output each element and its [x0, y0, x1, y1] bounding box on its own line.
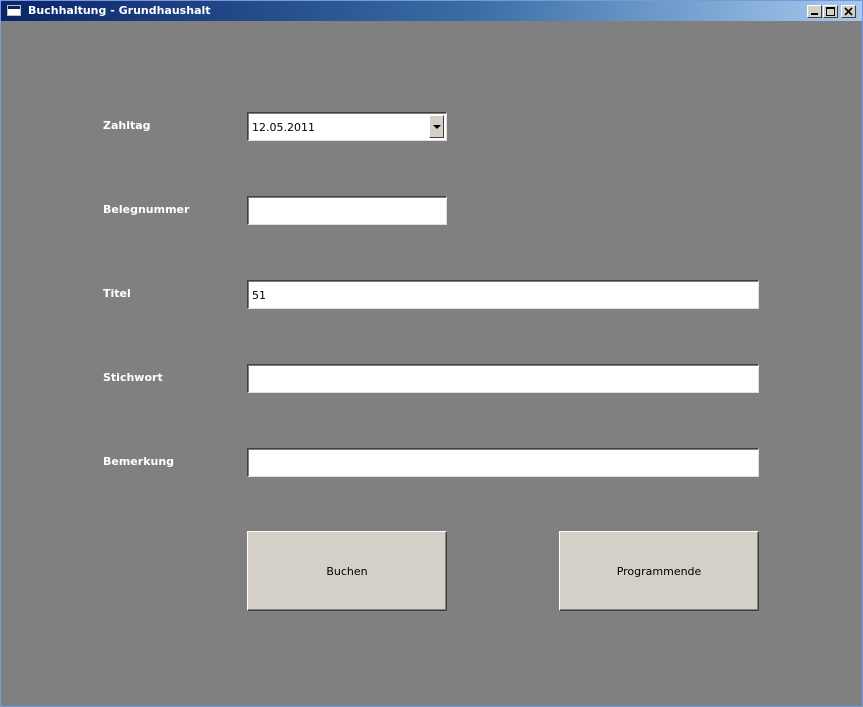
window-title: Buchhaltung - Grundhaushalt	[28, 4, 211, 17]
titel-input[interactable]: 51	[247, 280, 759, 309]
bemerkung-label: Bemerkung	[103, 455, 175, 468]
maximize-button[interactable]	[823, 5, 838, 18]
close-button[interactable]	[841, 5, 856, 18]
stichwort-input[interactable]	[247, 364, 759, 393]
titel-label: Titel	[103, 287, 131, 300]
title-bar[interactable]: Buchhaltung - Grundhaushalt	[1, 1, 862, 21]
belegnummer-input[interactable]	[247, 196, 447, 225]
stichwort-label: Stichwort	[103, 371, 163, 384]
main-window: Buchhaltung - Grundhaushalt Zahltag 12.0…	[0, 0, 863, 707]
zahltag-dropdown-button[interactable]	[429, 115, 444, 138]
buchen-button[interactable]: Buchen	[247, 531, 447, 611]
bemerkung-input[interactable]	[247, 448, 759, 477]
belegnummer-label: Belegnummer	[103, 203, 190, 216]
close-icon	[844, 7, 853, 16]
titel-value: 51	[252, 289, 266, 302]
zahltag-label: Zahltag	[103, 119, 151, 132]
programmende-button[interactable]: Programmende	[559, 531, 759, 611]
app-window-icon	[7, 5, 21, 16]
zahltag-value: 12.05.2011	[252, 121, 315, 134]
zahltag-combobox[interactable]: 12.05.2011	[247, 112, 447, 141]
minimize-button[interactable]	[807, 5, 822, 18]
